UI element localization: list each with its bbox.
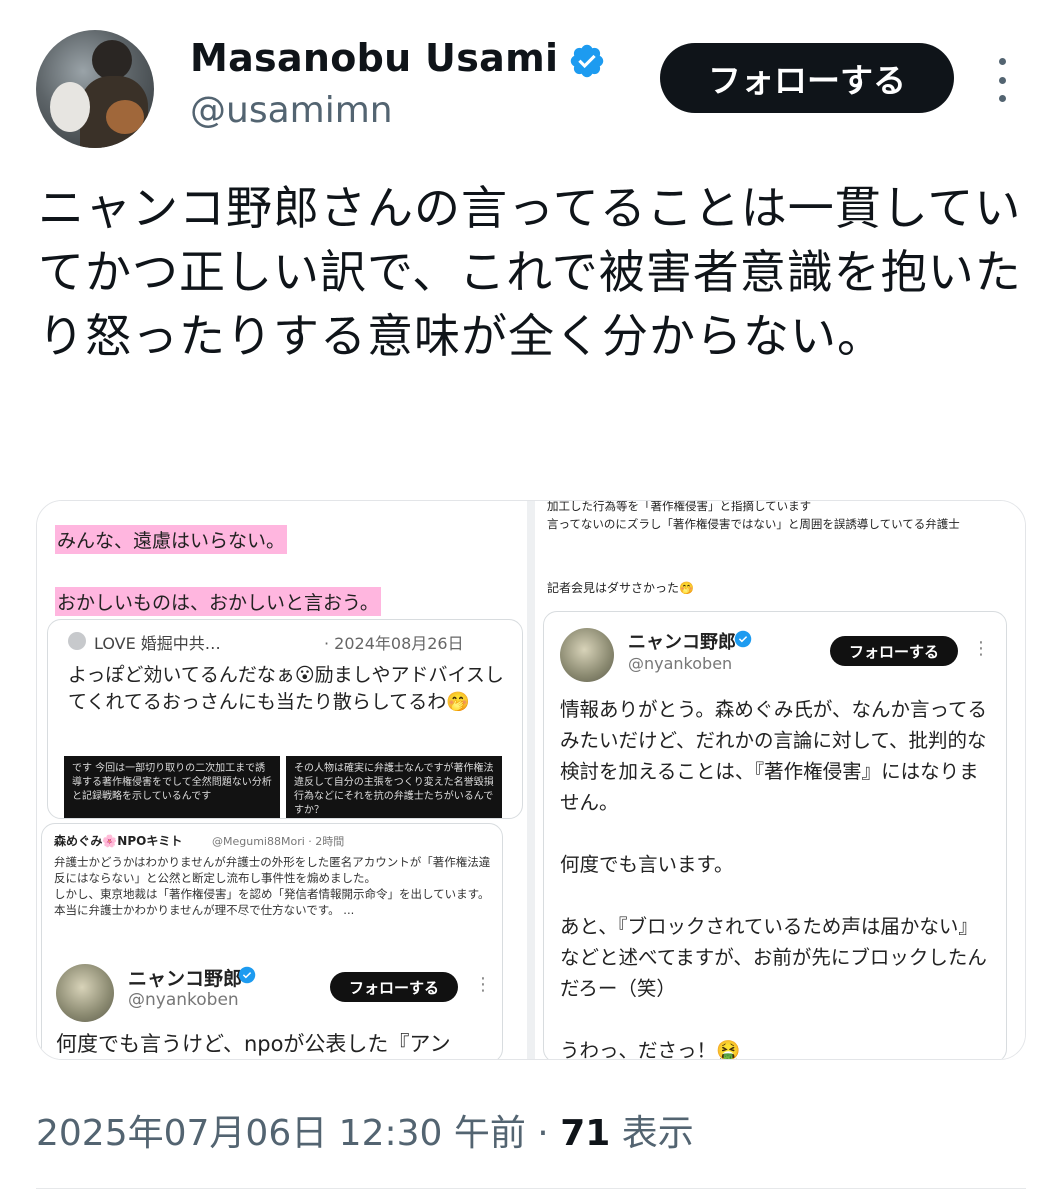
author-handle[interactable]: @usamimn xyxy=(190,90,393,131)
quote-text: よっぽど効いてるんだなぁ😮励ましやアドバイスしてくれてるおっさんにも当たり散らし… xyxy=(68,664,504,713)
nyanko-handle: @nyankoben xyxy=(128,990,239,1010)
highlight-line-1: みんな、遠慮はいらない。 xyxy=(55,525,288,554)
media-image-right[interactable]: 加工した行為等を「著作権侵害」と指摘しています 言ってないのにズラし「著作権侵害… xyxy=(535,501,1025,1060)
verified-badge-icon xyxy=(570,44,604,78)
highlight-line-2: おかしいものは、おかしいと言おう。 xyxy=(55,587,381,616)
quote-avatar xyxy=(68,632,86,650)
nyanko-follow-label: フォローする xyxy=(830,636,958,666)
verified-badge-icon xyxy=(238,966,256,984)
follow-button[interactable]: フォローする xyxy=(660,43,954,113)
quote-image-2: その人物は確実に弁護士なんですが著作権法違反して自分の主張をつくり変えた名誉毀損… xyxy=(286,756,502,818)
nyanko-name: ニャンコ野郎 xyxy=(128,968,243,990)
timestamp-text[interactable]: 2025年07月06日 12:30 午前 · xyxy=(36,1113,560,1154)
nyanko-follow-label: フォローする xyxy=(330,972,458,1002)
nyanko-avatar xyxy=(560,628,614,682)
quoted-post-1: LOVE 婚掘中共… · 2024年08月26日 よっぽど効いてるんだなぁ😮励ま… xyxy=(47,619,523,819)
quote2-handle: @Megumi88Mori · 2時間 xyxy=(212,835,345,848)
nyanko-handle: @nyankoben xyxy=(628,654,733,673)
right-top-text: 加工した行為等を「著作権侵害」と指摘しています 言ってないのにズラし「著作権侵害… xyxy=(547,501,960,531)
more-icon: ⋮ xyxy=(972,638,990,659)
quote2-body: 弁護士かどうかはわかりませんが弁護士の外形をした匿名アカウントが「著作権法違反に… xyxy=(54,855,491,917)
tweet-text: ニャンコ野郎さんの言ってることは一貫していてかつ正しい訳で、これで被害者意識を抱… xyxy=(38,181,1022,363)
tweet-timestamp[interactable]: 2025年07月06日 12:30 午前 · 71 表示 xyxy=(36,1104,694,1156)
quote-date: · 2024年08月26日 xyxy=(324,634,464,653)
quote2-account: 森めぐみ🌸NPOキミト xyxy=(54,834,183,848)
verified-badge-icon xyxy=(734,630,752,648)
views-count: 71 xyxy=(560,1113,611,1154)
quote-image-1: です 今回は一部切り取りの二次加工まで誘導する著作権侵害をでして全然問題ない分析… xyxy=(64,756,280,818)
media-image-left[interactable]: みんな、遠慮はいらない。 おかしいものは、おかしいと言おう。 LOVE 婚掘中共… xyxy=(37,501,527,1059)
views-label: 表示 xyxy=(610,1113,694,1154)
quoted-post-2: 森めぐみ🌸NPOキミト @Megumi88Mori · 2時間 弁護士かどうかは… xyxy=(41,823,503,1059)
more-options-icon[interactable] xyxy=(988,58,1016,102)
tweet-media[interactable]: みんな、遠慮はいらない。 おかしいものは、おかしいと言おう。 LOVE 婚掘中共… xyxy=(36,500,1026,1060)
media-divider xyxy=(527,501,535,1059)
nyanko-post-body: 情報ありがとう。森めぐみ氏が、なんか言ってるみたいだけど、だれかの言論に対して、… xyxy=(560,698,988,1060)
more-icon: ⋮ xyxy=(474,974,492,995)
author-name[interactable]: Masanobu Usami xyxy=(190,36,558,80)
nyanko-post-card: ニャンコ野郎 @nyankoben フォローする ⋮ 情報ありがとう。森めぐみ氏… xyxy=(543,611,1007,1060)
nyanko-name: ニャンコ野郎 xyxy=(628,632,736,653)
divider xyxy=(36,1188,1026,1189)
author-avatar[interactable] xyxy=(36,30,154,148)
quote-account: LOVE 婚掘中共… xyxy=(94,634,221,653)
nyanko-text: 何度でも言うけど、npoが公表した『アン xyxy=(56,1032,451,1056)
right-note: 記者会見はダサさかった🤭 xyxy=(547,581,694,595)
nyanko-avatar xyxy=(56,964,114,1022)
